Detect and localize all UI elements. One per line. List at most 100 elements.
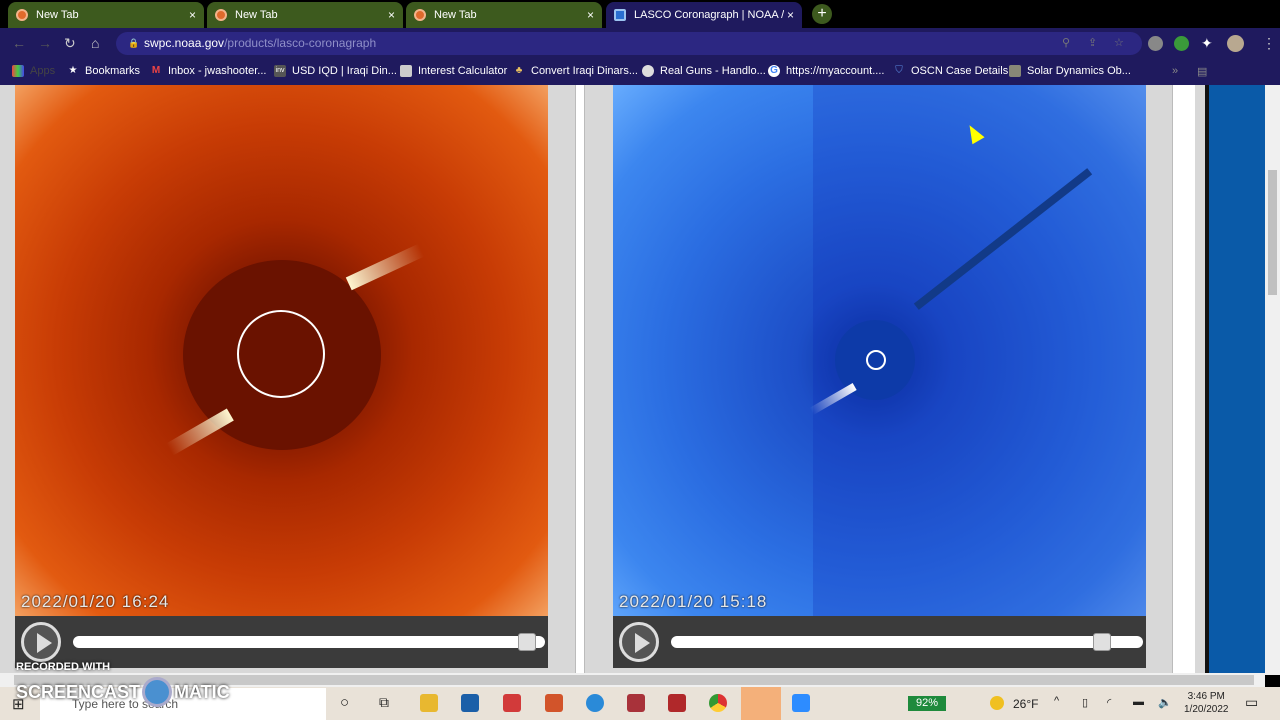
bookmark-label: Real Guns - Handlo... xyxy=(660,65,766,77)
store-icon[interactable] xyxy=(461,694,479,712)
extension-check-icon[interactable] xyxy=(1174,36,1189,51)
weather-sun-icon xyxy=(990,696,1004,710)
chrome-icon[interactable] xyxy=(709,694,727,712)
bookmark-real-guns[interactable]: Real Guns - Handlo... xyxy=(642,65,766,77)
bookmark-inbox[interactable]: M Inbox - jwashooter... xyxy=(150,65,267,77)
bookmark-convert-iraqi-dinars[interactable]: ♣ Convert Iraqi Dinars... xyxy=(513,65,638,77)
zoom-icon[interactable]: ⚲ xyxy=(1062,32,1070,55)
battery-indicator[interactable]: 92% xyxy=(908,696,946,711)
bookmark-label: USD IQD | Iraqi Din... xyxy=(292,65,397,77)
tab-new-tab-3[interactable]: New Tab × xyxy=(406,2,602,28)
screencast-watermark: RECORDED WITH SCREENCAST MATIC xyxy=(16,661,230,707)
more-bookmarks-icon[interactable]: » xyxy=(1172,65,1178,77)
duckduckgo-icon xyxy=(215,9,227,21)
back-icon[interactable]: ← xyxy=(12,35,26,51)
globe-icon xyxy=(642,65,654,77)
edge-icon[interactable] xyxy=(586,694,604,712)
bookmark-label: https://myaccount.... xyxy=(786,65,885,77)
google-icon: G xyxy=(768,65,780,77)
bookmark-oscn[interactable]: ⛉ OSCN Case Details xyxy=(893,65,1008,77)
slider-thumb[interactable] xyxy=(1093,633,1112,651)
tray-chevron-icon[interactable]: ^ xyxy=(1054,695,1059,707)
close-tab-icon[interactable]: × xyxy=(388,8,395,22)
reload-icon[interactable]: ↻ xyxy=(64,35,76,52)
duckduckgo-icon xyxy=(414,9,426,21)
close-tab-icon[interactable]: × xyxy=(587,8,594,22)
screencast-logo-icon xyxy=(142,677,173,707)
play-button[interactable] xyxy=(21,622,61,662)
bookmark-usd-iqd[interactable]: inv USD IQD | Iraqi Din... xyxy=(274,65,397,77)
bookmark-apps[interactable]: Apps xyxy=(12,65,55,77)
extension-w-icon[interactable] xyxy=(1148,36,1163,51)
timeline-slider[interactable] xyxy=(73,633,545,651)
tab-new-tab-2[interactable]: New Tab × xyxy=(207,2,403,28)
close-tab-icon[interactable]: × xyxy=(787,8,794,22)
vertical-scrollbar[interactable] xyxy=(1265,85,1280,675)
tab-title: New Tab xyxy=(235,9,278,21)
gmail-icon: M xyxy=(151,65,161,76)
bookmark-myaccount[interactable]: Ghttps://myaccount.... xyxy=(768,65,884,77)
home-icon[interactable]: ⌂ xyxy=(91,35,99,51)
file-explorer-icon[interactable] xyxy=(420,694,438,712)
bookmark-label: Inbox - jwashooter... xyxy=(168,65,267,77)
forward-icon[interactable]: → xyxy=(38,35,52,51)
time: 3:46 PM xyxy=(1187,691,1225,702)
bookmark-label: Solar Dynamics Ob... xyxy=(1027,65,1131,77)
bookmark-bookmarks[interactable]: ★ Bookmarks xyxy=(67,65,141,77)
tray-device-icon[interactable]: ▯ xyxy=(1082,696,1088,709)
access-icon[interactable] xyxy=(627,694,645,712)
bookmark-interest-calculator[interactable]: Interest Calculator xyxy=(400,65,507,77)
currency-icon: ♣ xyxy=(515,65,523,76)
screencast-taskbar-icon[interactable] xyxy=(741,687,781,720)
cme-streamer xyxy=(345,243,425,291)
tab-title: New Tab xyxy=(36,9,79,21)
share-icon[interactable]: ⇪ xyxy=(1088,32,1097,55)
browser-toolbar: ← → ↻ ⌂ 🔒 swpc.noaa.gov/products/lasco-c… xyxy=(0,28,1280,59)
scrollbar-thumb[interactable] xyxy=(1268,170,1277,295)
menu-icon[interactable]: ⋮ xyxy=(1262,35,1276,52)
battery-icon[interactable]: ▬ xyxy=(1133,696,1144,708)
app-icon[interactable] xyxy=(545,694,563,712)
investing-icon: inv xyxy=(274,65,286,77)
apps-grid-icon xyxy=(12,65,24,77)
side-panel-blue xyxy=(1205,85,1265,673)
clock[interactable]: 3:46 PM 1/20/2022 xyxy=(1184,690,1229,716)
playback-controls xyxy=(613,616,1146,668)
volume-icon[interactable]: 🔈 xyxy=(1158,696,1172,709)
bookmark-label: Bookmarks xyxy=(85,65,141,77)
bookmark-solar-dynamics[interactable]: Solar Dynamics Ob... xyxy=(1009,65,1131,77)
tab-strip: New Tab × New Tab × New Tab × LASCO Coronag… xyxy=(0,0,1280,28)
weather-temperature[interactable]: 26°F xyxy=(1013,697,1038,711)
tab-new-tab-1[interactable]: New Tab × xyxy=(8,2,204,28)
bookmarks-bar: Apps ★ Bookmarks M Inbox - jwashooter... i… xyxy=(0,59,1280,85)
extensions-puzzle-icon[interactable]: ✦ xyxy=(1201,35,1213,52)
url-domain: swpc.noaa.gov xyxy=(144,36,225,50)
date: 1/20/2022 xyxy=(1184,704,1229,715)
new-tab-button[interactable]: + xyxy=(812,4,832,24)
lasco-c2-image: 2022/01/20 16:24 xyxy=(15,85,548,616)
task-view-icon[interactable]: ⧉ xyxy=(379,694,389,711)
profile-avatar[interactable] xyxy=(1227,35,1244,52)
close-tab-icon[interactable]: × xyxy=(189,8,196,22)
sun-outline-circle xyxy=(866,350,886,370)
calculator-icon xyxy=(400,65,412,77)
address-bar[interactable]: 🔒 swpc.noaa.gov/products/lasco-coronagra… xyxy=(116,32,1142,55)
zoom-app-icon[interactable] xyxy=(792,694,810,712)
oscn-icon: ⛉ xyxy=(895,65,903,76)
bookmark-label: Convert Iraqi Dinars... xyxy=(531,65,638,77)
slider-thumb[interactable] xyxy=(517,633,536,651)
cortana-icon[interactable]: ○ xyxy=(340,694,349,711)
timeline-slider[interactable] xyxy=(671,633,1143,651)
sun-outline-circle xyxy=(237,310,325,398)
bookmark-label: Interest Calculator xyxy=(418,65,508,77)
play-button[interactable] xyxy=(619,622,659,662)
star-icon[interactable]: ☆ xyxy=(1114,32,1124,55)
tab-title: New Tab xyxy=(434,9,477,21)
wifi-icon[interactable]: ◜ xyxy=(1107,696,1111,709)
tab-lasco-coronagraph[interactable]: LASCO Coronagraph | NOAA / N × xyxy=(606,2,802,28)
s-plus-icon[interactable] xyxy=(668,694,686,712)
page-content: 2022/01/20 16:24 2022/01/20 15:18 xyxy=(0,85,1280,673)
reading-list-icon[interactable]: ▤ xyxy=(1197,65,1207,78)
notifications-icon[interactable]: ▭ xyxy=(1245,694,1258,711)
reader-icon[interactable] xyxy=(503,694,521,712)
